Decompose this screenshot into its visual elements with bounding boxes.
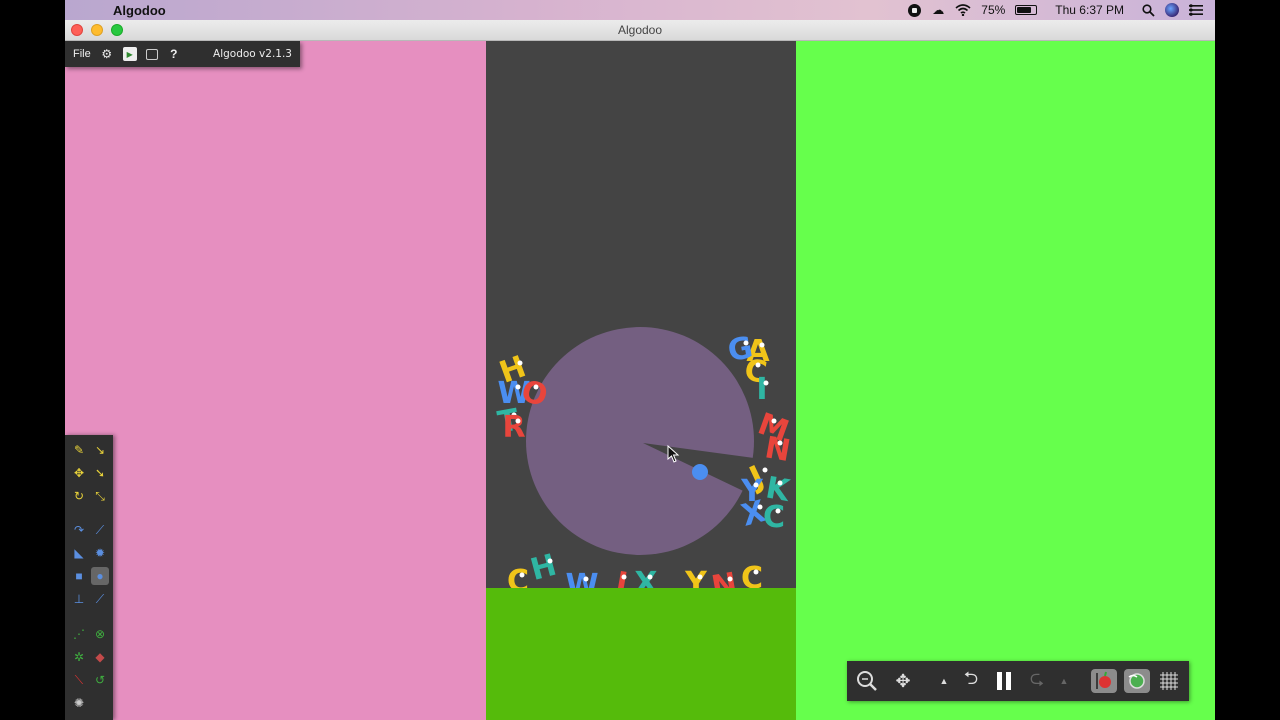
letter-eye-b2 xyxy=(583,576,589,582)
chain-tool-icon[interactable]: ⟋ xyxy=(91,590,109,608)
letter-eye-12 xyxy=(753,482,759,488)
letter-eye-10 xyxy=(777,440,783,446)
sketch-tool-icon[interactable]: ✎ xyxy=(70,441,88,459)
letter-eye-2 xyxy=(517,360,523,366)
letter-eye-6 xyxy=(533,384,539,390)
spring-tool-icon[interactable]: ⋰ xyxy=(70,625,88,643)
polygon-tool-icon[interactable]: ◣ xyxy=(70,544,88,562)
battery-fill xyxy=(1017,7,1031,13)
version-label: Algodoo v2.1.3 xyxy=(213,48,292,60)
letter-eye-b7 xyxy=(753,569,759,575)
simulation-canvas[interactable]: AGHWCIOTRMNJYKXCCHWJXYNC File ⚙ ▶ ? Algo… xyxy=(65,41,1215,720)
creative-cloud-icon[interactable]: ☁ xyxy=(931,3,945,17)
circle-tool-icon[interactable]: ● xyxy=(91,567,109,585)
spotlight-search-icon[interactable] xyxy=(1142,3,1155,17)
letter-character-b7[interactable]: C xyxy=(741,561,763,588)
letter-eye-13 xyxy=(777,480,783,486)
letter-eye-b1 xyxy=(547,558,553,564)
siri-icon[interactable] xyxy=(1165,3,1179,17)
lime-background-panel[interactable] xyxy=(796,41,1215,720)
grid-toggle-icon[interactable] xyxy=(1157,669,1181,693)
hinge-tool-icon[interactable]: ✲ xyxy=(70,648,88,666)
letter-eye-0 xyxy=(759,342,765,348)
letter-character-b3[interactable]: J xyxy=(611,565,630,588)
letter-eye-8 xyxy=(515,418,521,424)
move-tool-icon[interactable]: ✥ xyxy=(70,464,88,482)
tracer-tool-icon[interactable]: ◆ xyxy=(91,648,109,666)
wifi-icon[interactable] xyxy=(955,4,971,16)
letter-eye-11 xyxy=(762,467,768,473)
drag-tool-icon[interactable]: ➘ xyxy=(91,464,109,482)
letter-character-b1[interactable]: H xyxy=(527,548,560,588)
letter-character-b5[interactable]: Y xyxy=(684,566,708,588)
help-question-icon[interactable]: ? xyxy=(167,47,181,61)
window-titlebar: Algodoo xyxy=(65,20,1215,41)
letter-character-8[interactable]: R xyxy=(502,410,525,445)
letter-eye-b0 xyxy=(519,572,525,578)
window-layout-icon[interactable] xyxy=(145,48,158,60)
settings-gear-icon[interactable]: ⚙ xyxy=(100,47,114,61)
menubar-clock[interactable]: Thu 6:37 PM xyxy=(1055,3,1124,17)
letter-eye-b4 xyxy=(647,574,653,580)
letter-character-b0[interactable]: C xyxy=(507,564,529,588)
particle-tool-icon[interactable]: ✺ xyxy=(70,694,88,712)
letter-eye-b5 xyxy=(697,574,703,580)
scale-tool-icon[interactable]: ⤡ xyxy=(91,487,109,505)
pan-icon[interactable]: ✥ xyxy=(891,669,915,693)
letter-eye-15 xyxy=(775,508,781,514)
knife-tool-icon[interactable]: ⟋ xyxy=(91,521,109,539)
green-floor-block[interactable] xyxy=(486,588,796,720)
zoom-icon[interactable] xyxy=(855,669,879,693)
gear-tool-icon[interactable]: ✹ xyxy=(91,544,109,562)
physics-ball[interactable] xyxy=(692,464,708,480)
pink-background-panel[interactable] xyxy=(65,41,486,720)
letter-eye-1 xyxy=(743,340,749,346)
letter-character-b6[interactable]: N xyxy=(709,566,740,588)
rotate-tool-icon[interactable]: ↻ xyxy=(70,487,88,505)
macos-menubar: Algodoo ☁ 75% Thu 6:37 PM xyxy=(65,0,1215,20)
air-friction-toggle-icon[interactable] xyxy=(1124,669,1150,693)
tool-palette: ✎ ↘ ✥ ➘ ↻ ⤡ ↷ ⟋ ◣ ✹ ■ ● ⊥ ⟋ ⋰ ⊗ ✲ ◆ ⟍ ↺ … xyxy=(65,435,113,720)
box-tool-icon[interactable]: ■ xyxy=(70,567,88,585)
letter-character-b4[interactable]: X xyxy=(634,566,657,588)
brush-tool-icon[interactable]: ↘ xyxy=(91,441,109,459)
plane-tool-icon[interactable]: ⊥ xyxy=(70,590,88,608)
letter-character-10[interactable]: N xyxy=(762,430,793,469)
rope-tool-icon[interactable]: ↷ xyxy=(70,521,88,539)
redo-history-arrow-icon[interactable]: ▲ xyxy=(1057,669,1071,693)
letter-eye-3 xyxy=(515,384,521,390)
pause-icon[interactable] xyxy=(992,669,1016,693)
letter-eye-5 xyxy=(763,380,769,386)
battery-icon[interactable] xyxy=(1015,5,1038,15)
file-menu[interactable]: File xyxy=(73,48,91,60)
letter-eye-14 xyxy=(757,504,763,510)
scene-browser-play-icon[interactable]: ▶ xyxy=(122,47,137,61)
letter-eye-b3 xyxy=(621,574,627,580)
battery-percent[interactable]: 75% xyxy=(981,3,1005,17)
control-center-icon[interactable] xyxy=(1189,4,1203,16)
laser-tool-icon[interactable]: ⟍ xyxy=(70,671,88,689)
letter-character-5[interactable]: I xyxy=(756,372,767,407)
algodoo-top-menu: File ⚙ ▶ ? Algodoo v2.1.3 xyxy=(65,41,300,67)
menubar-status-area: ☁ 75% Thu 6:37 PM xyxy=(908,3,1215,17)
physics-scene[interactable]: AGHWCIOTRMNJYKXCCHWJXYNC xyxy=(486,41,796,588)
letter-eye-4 xyxy=(755,362,761,368)
letter-character-15[interactable]: C xyxy=(763,500,785,535)
undo-icon[interactable]: ⮌ xyxy=(959,668,983,693)
screen-record-icon[interactable] xyxy=(908,3,922,17)
rotating-disk[interactable] xyxy=(526,327,754,555)
undo-history-arrow-icon[interactable]: ▲ xyxy=(937,669,951,693)
gravity-toggle-icon[interactable] xyxy=(1091,669,1117,693)
letter-character-b2[interactable]: W xyxy=(565,568,598,588)
simulation-control-bar: ✥ ▲ ⮌ ⮎ ▲ xyxy=(847,661,1189,701)
letter-eye-9 xyxy=(771,418,777,424)
window-title: Algodoo xyxy=(617,23,663,37)
thruster-tool-icon[interactable]: ↺ xyxy=(91,671,109,689)
letter-eye-b6 xyxy=(727,576,733,582)
app-menu-name[interactable]: Algodoo xyxy=(113,3,166,18)
fixate-tool-icon[interactable]: ⊗ xyxy=(91,625,109,643)
redo-icon[interactable]: ⮎ xyxy=(1025,668,1049,693)
